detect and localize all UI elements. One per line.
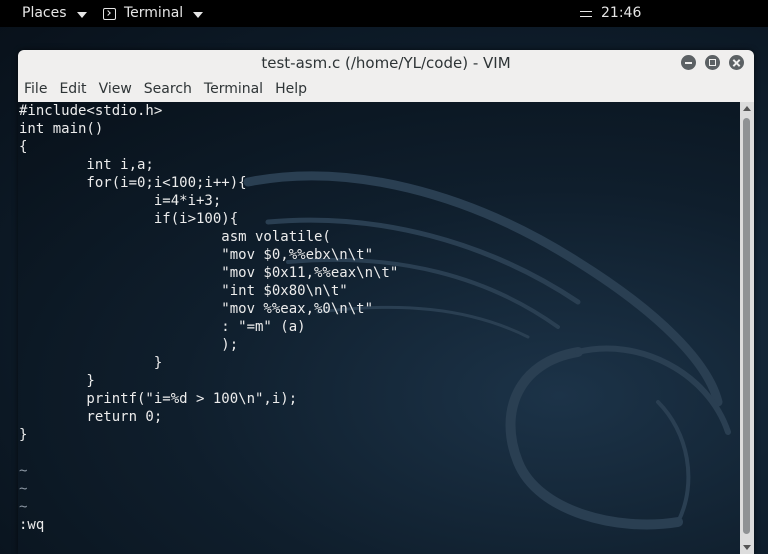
clock[interactable]: 21:46 xyxy=(580,0,641,27)
code-line: printf("i=%d > 100\n",i); xyxy=(19,391,298,407)
scroll-up-icon[interactable] xyxy=(743,106,751,111)
terminal-app-menu[interactable]: Terminal xyxy=(103,0,204,27)
menu-help[interactable]: Help xyxy=(269,76,313,102)
code-line: ); xyxy=(19,337,239,353)
scroll-down-icon[interactable] xyxy=(743,545,751,550)
empty-line-marker: ~ xyxy=(19,481,28,497)
places-menu[interactable]: Places xyxy=(22,0,87,27)
code-line: "int $0x80\n\t" xyxy=(19,283,348,299)
menu-bar: File Edit View Search Terminal Help xyxy=(18,76,754,102)
app-label: Terminal xyxy=(124,5,184,21)
terminal-area[interactable]: #include<stdio.h> int main() { int i,a; … xyxy=(18,102,740,554)
menu-file[interactable]: File xyxy=(18,76,53,102)
code-line: if(i>100){ xyxy=(19,211,239,227)
command-text: :wq xyxy=(19,517,45,533)
vim-command-line[interactable]: :wq xyxy=(19,516,44,534)
code-line: asm volatile( xyxy=(19,229,331,245)
scroll-thumb[interactable] xyxy=(743,118,750,534)
clock-text: 21:46 xyxy=(601,5,642,21)
menu-terminal[interactable]: Terminal xyxy=(198,76,269,102)
code-line: int i,a; xyxy=(19,157,154,173)
code-line: i=4*i+3; xyxy=(19,193,222,209)
minimize-button[interactable] xyxy=(681,55,696,70)
code-line: "mov $0,%%ebx\n\t" xyxy=(19,247,374,263)
input-method-icon xyxy=(580,9,592,19)
code-line: : "=m" (a) xyxy=(19,319,306,335)
empty-line-marker: ~ xyxy=(19,463,28,479)
code-line: return 0; xyxy=(19,409,163,425)
terminal-window: test-asm.c (/home/YL/code) - VIM File Ed… xyxy=(18,50,754,554)
code-line: for(i=0;i<100;i++){ xyxy=(19,175,247,191)
maximize-button[interactable] xyxy=(705,55,720,70)
code-line: #include<stdio.h> xyxy=(19,103,163,119)
empty-line-marker: ~ xyxy=(19,499,28,515)
chevron-down-icon xyxy=(76,11,87,18)
code-line: { xyxy=(19,139,28,155)
window-titlebar[interactable]: test-asm.c (/home/YL/code) - VIM xyxy=(18,50,754,76)
menu-edit[interactable]: Edit xyxy=(53,76,92,102)
close-button[interactable] xyxy=(729,55,744,70)
code-buffer[interactable]: #include<stdio.h> int main() { int i,a; … xyxy=(19,102,398,516)
code-line: "mov $0x11,%%eax\n\t" xyxy=(19,265,399,281)
window-title: test-asm.c (/home/YL/code) - VIM xyxy=(261,54,511,72)
terminal-icon xyxy=(103,7,116,20)
code-line: } xyxy=(19,373,95,389)
top-panel: Places Terminal 21:46 xyxy=(0,0,768,27)
places-label: Places xyxy=(22,5,67,21)
menu-search[interactable]: Search xyxy=(138,76,198,102)
code-line: } xyxy=(19,355,163,371)
vertical-scrollbar[interactable] xyxy=(740,102,754,554)
chevron-down-icon xyxy=(193,11,204,18)
code-line: } xyxy=(19,427,28,443)
menu-view[interactable]: View xyxy=(93,76,138,102)
code-line: int main() xyxy=(19,121,104,137)
code-line: "mov %%eax,%0\n\t" xyxy=(19,301,374,317)
